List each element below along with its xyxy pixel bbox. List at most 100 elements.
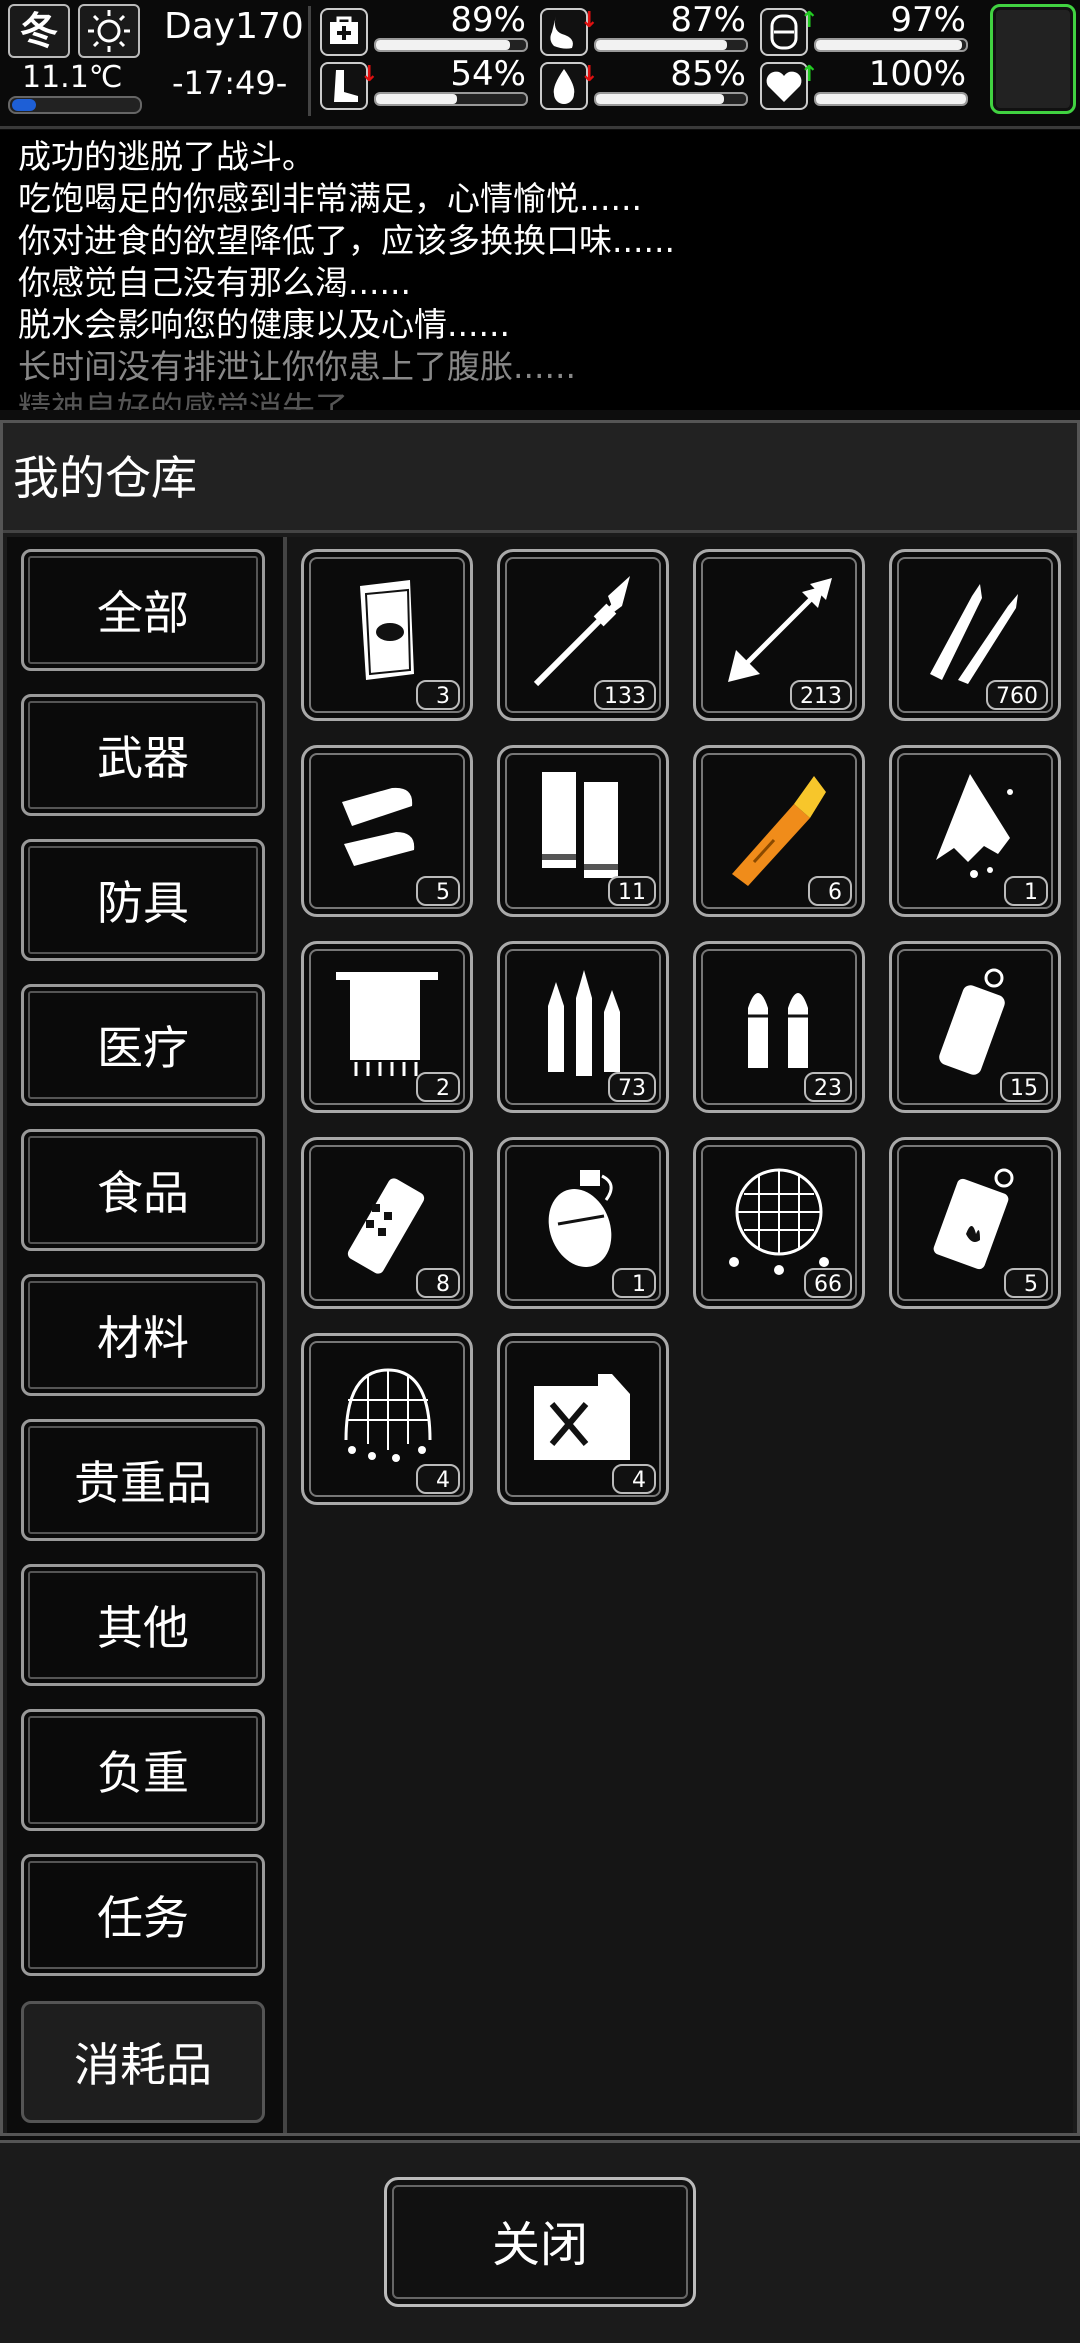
item-slot[interactable]: 5 <box>301 745 473 917</box>
stat-bar-fill <box>596 40 727 50</box>
category-sidebar: 全部 武器 防具 医疗 食品 材料 贵重品 其他 负重 任务 消耗品 <box>7 537 287 2133</box>
log-line: 脱水会影响您的健康以及心情...... <box>18 305 510 344</box>
category-all[interactable]: 全部 <box>21 549 265 671</box>
item-slot[interactable]: 1 <box>889 745 1061 917</box>
book-icon <box>360 580 414 680</box>
item-count: 23 <box>804 1072 852 1102</box>
item-count: 73 <box>608 1072 656 1102</box>
stat-value: 97% <box>890 0 966 40</box>
stat-value: 89% <box>450 0 526 40</box>
equipped-slot[interactable] <box>990 4 1076 114</box>
stat-value: 54% <box>450 54 526 94</box>
towel-icon <box>336 972 438 1076</box>
status-bar: 冬 11.1℃ Day170 -17:49- 89% ↓ 87% ↑ 97% ↓… <box>0 0 1080 129</box>
day-counter: Day170 <box>164 6 304 47</box>
category-armor[interactable]: 防具 <box>21 839 265 961</box>
item-slot[interactable]: 15 <box>889 941 1061 1113</box>
item-slot[interactable]: 1 <box>497 1137 669 1309</box>
log-line: 精神良好的感觉消失了...... <box>18 389 411 410</box>
grenade-canister-icon <box>939 968 1005 1075</box>
stat-mood: ↑ 97% <box>760 0 972 58</box>
temperature-gauge <box>8 96 142 114</box>
item-count: 133 <box>594 680 656 710</box>
category-valuables[interactable]: 贵重品 <box>21 1419 265 1541</box>
down-arrow-icon: ↓ <box>360 62 379 87</box>
item-slot[interactable]: 133 <box>497 549 669 721</box>
up-arrow-icon: ↑ <box>800 62 819 87</box>
item-count: 5 <box>416 876 460 906</box>
stat-value: 85% <box>670 54 746 94</box>
item-count: 4 <box>416 1464 460 1494</box>
stat-hunger: ↓ 87% <box>540 0 752 58</box>
item-slot[interactable]: 2 <box>301 941 473 1113</box>
close-button[interactable]: 关闭 <box>384 2177 696 2307</box>
item-count: 66 <box>804 1268 852 1298</box>
item-grid: 3 133 213 760 5 11 6 1 2 73 23 15 8 1 66… <box>287 537 1073 2133</box>
item-count: 1 <box>1004 876 1048 906</box>
down-arrow-icon: ↓ <box>580 62 599 87</box>
stat-bar-fill <box>376 94 457 104</box>
category-food[interactable]: 食品 <box>21 1129 265 1251</box>
item-slot[interactable]: 11 <box>497 745 669 917</box>
torn-cloth-icon <box>936 774 1013 878</box>
up-arrow-icon: ↑ <box>800 8 819 33</box>
category-quests[interactable]: 任务 <box>21 1854 265 1976</box>
category-materials[interactable]: 材料 <box>21 1274 265 1396</box>
item-count: 6 <box>808 876 852 906</box>
stat-health: 89% <box>320 0 532 58</box>
panel-title: 我的仓库 <box>3 423 1077 533</box>
category-consumables[interactable]: 消耗品 <box>21 2001 265 2123</box>
bottom-bar: 关闭 <box>0 2140 1080 2343</box>
season-indicator: 冬 <box>8 4 70 58</box>
stat-thirst: ↓ 85% <box>540 54 752 112</box>
log-line: 你对进食的欲望降低了，应该多换换口味...... <box>18 221 675 260</box>
category-carry[interactable]: 负重 <box>21 1709 265 1831</box>
message-log[interactable]: 成功的逃脱了战斗。 吃饱喝足的你感到非常满足，心情愉悦...... 你对进食的欲… <box>0 130 1080 410</box>
item-count: 11 <box>608 876 656 906</box>
item-slot[interactable]: 73 <box>497 941 669 1113</box>
item-count: 4 <box>612 1464 656 1494</box>
log-line: 你感觉自己没有那么渴...... <box>18 263 411 302</box>
category-medical[interactable]: 医疗 <box>21 984 265 1106</box>
item-slot[interactable]: 8 <box>301 1137 473 1309</box>
item-count: 5 <box>1004 1268 1048 1298</box>
shotgun-slugs-icon <box>342 787 415 866</box>
category-weapons[interactable]: 武器 <box>21 694 265 816</box>
stat-bar-fill <box>596 94 724 104</box>
stat-value: 87% <box>670 0 746 40</box>
medkit-icon <box>320 8 368 56</box>
item-slot[interactable]: 4 <box>497 1333 669 1505</box>
category-other[interactable]: 其他 <box>21 1564 265 1686</box>
shotgun-shells-icon <box>542 772 618 878</box>
item-slot[interactable]: 6 <box>693 745 865 917</box>
stat-bar-fill <box>816 94 966 104</box>
item-count: 15 <box>1000 1072 1048 1102</box>
item-slot[interactable]: 760 <box>889 549 1061 721</box>
item-slot[interactable]: 3 <box>301 549 473 721</box>
clock-label: -17:49- <box>172 64 288 102</box>
item-slot[interactable]: 66 <box>693 1137 865 1309</box>
frag-grenade-icon <box>548 1170 613 1267</box>
fuel-can-icon <box>534 1374 630 1460</box>
item-count: 760 <box>986 680 1048 710</box>
item-count: 213 <box>790 680 852 710</box>
item-count: 3 <box>416 680 460 710</box>
rocket-ammo-icon <box>732 776 826 886</box>
spear-icon <box>533 576 630 687</box>
temperature-label: 11.1℃ <box>22 60 123 95</box>
stat-value: 100% <box>868 54 966 94</box>
item-slot[interactable]: 213 <box>693 549 865 721</box>
rifle-bullets-icon <box>930 584 1018 684</box>
item-slot[interactable]: 23 <box>693 941 865 1113</box>
log-line: 长时间没有排泄让你你患上了腹胀...... <box>18 347 576 386</box>
item-slot[interactable]: 4 <box>301 1333 473 1505</box>
molotov-can-icon <box>933 1168 1014 1270</box>
item-slot[interactable]: 5 <box>889 1137 1061 1309</box>
stat-bar-fill <box>376 40 510 50</box>
net-small-icon <box>344 1368 432 1462</box>
stat-spirit: ↑ 100% <box>760 54 972 112</box>
sun-icon <box>78 4 140 58</box>
down-arrow-icon: ↓ <box>580 8 599 33</box>
warehouse-panel: 我的仓库 全部 武器 防具 医疗 食品 材料 贵重品 其他 负重 任务 消耗品 … <box>0 420 1080 2136</box>
item-count: 1 <box>612 1268 656 1298</box>
